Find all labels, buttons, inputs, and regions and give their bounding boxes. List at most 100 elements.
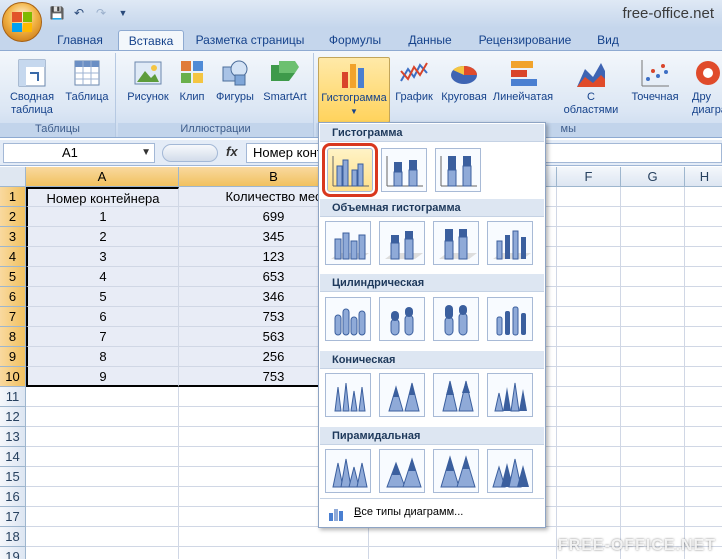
row-header[interactable]: 8 (0, 327, 26, 347)
graph-button[interactable]: График (392, 57, 436, 104)
cell[interactable] (685, 367, 722, 387)
tab-page-layout[interactable]: Разметка страницы (192, 30, 308, 50)
chart-100-stacked-column[interactable] (435, 148, 481, 192)
cell-a[interactable] (26, 487, 179, 507)
cell-a[interactable] (26, 407, 179, 427)
cell[interactable] (685, 267, 722, 287)
cell[interactable] (557, 367, 621, 387)
chart-3d-100-stacked-column[interactable] (433, 221, 479, 265)
all-chart-types-link[interactable]: Все типы диаграмм... (320, 498, 544, 526)
cell-header-a[interactable]: Номер контейнера (26, 187, 179, 207)
row-header[interactable]: 7 (0, 307, 26, 327)
cell-b[interactable] (179, 547, 369, 559)
cell-a[interactable]: 8 (26, 347, 179, 367)
shapes-button[interactable]: Фигуры (212, 57, 258, 104)
cell[interactable] (621, 287, 685, 307)
row-header[interactable]: 12 (0, 407, 26, 427)
cell-a[interactable]: 4 (26, 267, 179, 287)
name-box[interactable]: A1 ▼ (3, 143, 155, 163)
cell[interactable] (621, 207, 685, 227)
cell-a[interactable] (26, 427, 179, 447)
column-header-a[interactable]: A (26, 167, 179, 187)
cell[interactable] (621, 367, 685, 387)
row-header[interactable]: 16 (0, 487, 26, 507)
row-header[interactable]: 13 (0, 427, 26, 447)
cell[interactable] (685, 207, 722, 227)
other-charts-button[interactable]: Дру диагра (692, 57, 722, 117)
cell-a[interactable] (26, 387, 179, 407)
linear-button[interactable]: Линейчатая (492, 57, 554, 104)
cell[interactable] (369, 527, 557, 547)
cell[interactable] (557, 507, 621, 527)
cell-a[interactable]: 6 (26, 307, 179, 327)
column-header-f[interactable]: F (557, 167, 621, 187)
cell[interactable] (685, 227, 722, 247)
chart-stacked-cone[interactable] (379, 373, 425, 417)
cell[interactable] (685, 307, 722, 327)
cell-a[interactable]: 2 (26, 227, 179, 247)
tab-formulas[interactable]: Формулы (322, 30, 388, 50)
chart-stacked-cylinder[interactable] (379, 297, 425, 341)
chart-stacked-pyramid[interactable] (379, 449, 425, 493)
chart-100-stacked-pyramid[interactable] (433, 449, 479, 493)
row-header[interactable]: 1 (0, 187, 26, 207)
cell[interactable] (621, 407, 685, 427)
chart-100-stacked-cone[interactable] (433, 373, 479, 417)
cell[interactable] (557, 207, 621, 227)
column-header-g[interactable]: G (621, 167, 685, 187)
cell[interactable] (685, 487, 722, 507)
chart-clustered-cone[interactable] (325, 373, 371, 417)
cell-a[interactable]: 1 (26, 207, 179, 227)
undo-icon[interactable]: ↶ (70, 5, 88, 21)
chart-3d-cylinder[interactable] (487, 297, 533, 341)
save-icon[interactable]: 💾 (48, 5, 66, 21)
cell[interactable] (621, 387, 685, 407)
tab-view[interactable]: Вид (590, 30, 626, 50)
chart-3d-stacked-column[interactable] (379, 221, 425, 265)
cell[interactable] (685, 387, 722, 407)
cell[interactable] (685, 187, 722, 207)
cell[interactable] (685, 427, 722, 447)
cell[interactable] (557, 327, 621, 347)
cell[interactable] (621, 507, 685, 527)
tab-home[interactable]: Главная (50, 30, 110, 50)
cell[interactable] (621, 227, 685, 247)
cell[interactable] (557, 227, 621, 247)
cell[interactable] (621, 327, 685, 347)
cell[interactable] (557, 467, 621, 487)
scatter-button[interactable]: Точечная (626, 57, 684, 104)
cell[interactable] (621, 307, 685, 327)
row-header[interactable]: 17 (0, 507, 26, 527)
cell[interactable] (557, 287, 621, 307)
cell[interactable] (685, 347, 722, 367)
chart-clustered-pyramid[interactable] (325, 449, 371, 493)
cell-a[interactable] (26, 507, 179, 527)
chart-3d-pyramid[interactable] (487, 449, 533, 493)
area-button[interactable]: С областями (560, 57, 622, 117)
row-header[interactable]: 6 (0, 287, 26, 307)
cell-a[interactable] (26, 527, 179, 547)
cell[interactable] (621, 487, 685, 507)
clip-button[interactable]: Клип (174, 57, 210, 104)
cell[interactable] (621, 247, 685, 267)
cell[interactable] (557, 347, 621, 367)
row-header[interactable]: 3 (0, 227, 26, 247)
chart-stacked-column[interactable] (381, 148, 427, 192)
pie-button[interactable]: Круговая (436, 57, 492, 104)
select-all-corner[interactable] (0, 167, 26, 187)
pivot-table-button[interactable]: Сводная таблица (6, 57, 58, 117)
row-header[interactable]: 19 (0, 547, 26, 559)
chart-3d-cone[interactable] (487, 373, 533, 417)
histogram-button[interactable]: Гистограмма ▼ (318, 57, 390, 123)
cell-a[interactable] (26, 547, 179, 559)
row-header[interactable]: 5 (0, 267, 26, 287)
cell[interactable] (557, 387, 621, 407)
chart-clustered-column[interactable] (322, 143, 378, 197)
cell-a[interactable]: 5 (26, 287, 179, 307)
cell-a[interactable]: 7 (26, 327, 179, 347)
row-header[interactable]: 11 (0, 387, 26, 407)
cell[interactable] (557, 307, 621, 327)
cell-a[interactable] (26, 447, 179, 467)
cell[interactable] (685, 247, 722, 267)
redo-icon[interactable]: ↷ (92, 5, 110, 21)
